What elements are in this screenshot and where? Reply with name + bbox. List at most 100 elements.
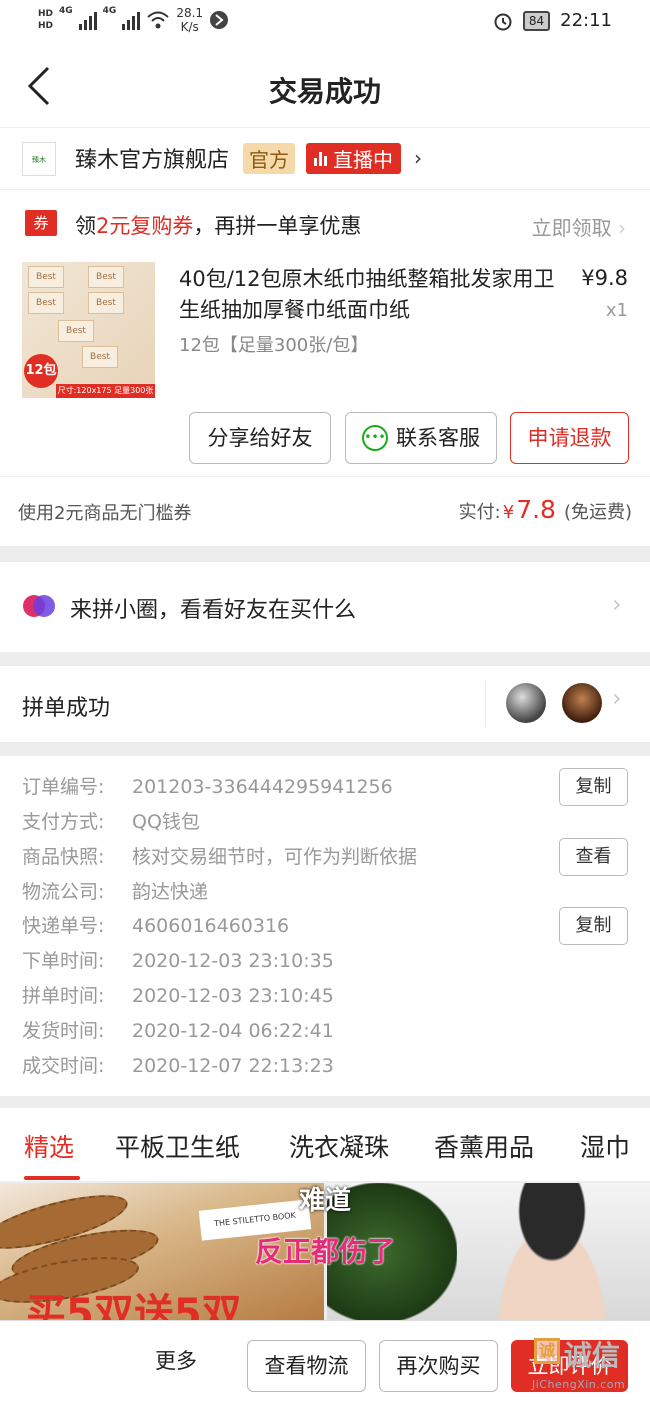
live-icon <box>314 151 327 166</box>
video-overlay-line1: 难道 <box>298 1186 351 1216</box>
detail-label: 成交时间: <box>22 1055 105 1077</box>
shop-name[interactable]: 臻木官方旗舰店 <box>75 142 229 174</box>
official-tag: 官方 <box>243 143 295 174</box>
active-tab-indicator <box>24 1176 80 1180</box>
coupon-text-suffix: ，再拼一单享优惠 <box>193 214 362 238</box>
watermark-text: 诚信 <box>564 1339 621 1372</box>
coupon-text: 领2元复购券，再拼一单享优惠 <box>75 210 361 240</box>
coupon-highlight: 2元复购券 <box>96 214 194 238</box>
network-speed: 28.1 K/s <box>176 6 203 34</box>
chevron-right-icon: › <box>414 146 422 170</box>
app-notification-icon <box>210 11 229 29</box>
avatar[interactable] <box>506 683 546 723</box>
tab-laundry-pods[interactable]: 洗衣凝珠 <box>289 1128 389 1164</box>
site-watermark: 诚 诚信 JiChengXin.com <box>528 1330 646 1404</box>
ship-time-row: 发货时间: 2020-12-04 06:22:41 <box>22 1016 334 1043</box>
pack-count-badge: 12包 <box>24 354 58 388</box>
contact-service-label: 联系客服 <box>396 426 480 450</box>
coupon-icon: 券 <box>25 210 57 236</box>
network-type-1: 4G <box>59 6 73 16</box>
video-overlay-line2: 反正都伤了 <box>254 1235 395 1268</box>
chevron-right-icon: › <box>618 216 626 240</box>
paid-total: 实付: ¥ 7.8 (免运费) <box>459 495 632 524</box>
shop-row[interactable]: 臻木 臻木官方旗舰店 官方 直播中 › <box>0 128 650 190</box>
courier-name: 韵达快递 <box>132 881 209 903</box>
snapshot-row: 商品快照: 核对交易细节时，可作为判断依据 <box>22 842 417 869</box>
deal-time-row: 成交时间: 2020-12-07 22:13:23 <box>22 1051 334 1078</box>
watermark-logo: 诚 <box>534 1338 560 1364</box>
product-title[interactable]: 40包/12包原木纸巾抽纸整箱批发家用卫生纸抽加厚餐巾纸面巾纸 <box>179 264 559 326</box>
product-image[interactable]: Best Best Best Best Best Best 12包 尺寸:120… <box>22 262 155 398</box>
tab-fragrance[interactable]: 香薰用品 <box>434 1128 534 1164</box>
deal-time: 2020-12-07 22:13:23 <box>132 1055 334 1077</box>
payment-method-row: 支付方式: QQ钱包 <box>22 807 200 834</box>
share-button[interactable]: 分享给好友 <box>189 412 331 464</box>
package-graphic: Best <box>58 320 94 342</box>
friend-circle-row[interactable]: 来拼小圈，看看好友在买什么 › <box>0 562 650 652</box>
view-snapshot-button[interactable]: 查看 <box>559 838 628 876</box>
order-details: 订单编号: 201203-336444295941256 复制 支付方式: QQ钱包… <box>0 756 650 1096</box>
order-number-row: 订单编号: 201203-336444295941256 <box>22 772 393 799</box>
avatar[interactable] <box>562 683 602 723</box>
payment-method: QQ钱包 <box>132 811 200 833</box>
copy-order-number-button[interactable]: 复制 <box>559 768 628 806</box>
coupon-used: 使用2元商品无门槛券 <box>18 503 192 524</box>
speed-value: 28.1 <box>176 6 204 20</box>
product-spec: 12包【足量300张/包】 <box>179 335 369 356</box>
detail-label: 快递单号: <box>22 915 105 937</box>
package-graphic: Best <box>28 266 64 288</box>
ship-time: 2020-12-04 06:22:41 <box>132 1020 334 1042</box>
buy-again-button[interactable]: 再次购买 <box>379 1340 498 1392</box>
alarm-icon <box>494 13 512 30</box>
detail-label: 下单时间: <box>22 950 105 972</box>
detail-label: 订单编号: <box>22 776 105 798</box>
clock: 22:11 <box>560 10 612 31</box>
tab-wet-wipes[interactable]: 湿巾 <box>580 1128 630 1164</box>
product-price: ¥9.8 <box>581 266 628 290</box>
watermark-url: JiChengXin.com <box>532 1378 626 1391</box>
live-tag[interactable]: 直播中 <box>306 143 401 174</box>
package-graphic: Best <box>88 266 124 288</box>
coupon-text-prefix: 领 <box>75 214 96 238</box>
detail-label: 支付方式: <box>22 811 105 833</box>
page-header: 交易成功 <box>0 44 650 128</box>
payment-row: 使用2元商品无门槛券 实付: ¥ 7.8 (免运费) <box>0 476 650 546</box>
package-graphic: Best <box>88 292 124 314</box>
friend-circle-icon <box>23 595 55 617</box>
package-graphic: Best <box>28 292 64 314</box>
chat-icon: ••• <box>362 425 388 451</box>
group-success-row[interactable]: 拼单成功 › <box>0 666 650 742</box>
status-bar: HD HD 4G 4G 28.1 K/s 84 22:11 <box>0 0 650 44</box>
tab-featured[interactable]: 精选 <box>24 1128 74 1164</box>
package-graphic: Best <box>82 346 118 368</box>
speed-unit: K/s <box>180 20 199 34</box>
more-button[interactable]: 更多 <box>155 1345 197 1375</box>
copy-tracking-button[interactable]: 复制 <box>559 907 628 945</box>
page-title: 交易成功 <box>268 75 381 108</box>
battery-indicator: 84 <box>522 10 551 31</box>
chevron-right-icon: › <box>612 684 622 712</box>
network-type-2: 4G <box>102 6 117 16</box>
claim-coupon-link[interactable]: 立即领取 › <box>532 212 626 241</box>
hd-indicator: HD HD <box>38 8 53 32</box>
order-card: 臻木 臻木官方旗舰店 官方 直播中 › 券 领2元复购券，再拼一单享优惠 立即领… <box>0 128 650 546</box>
shipping-note: (免运费) <box>563 502 632 523</box>
tracking-number: 4606016460316 <box>132 915 290 937</box>
contact-service-button[interactable]: ••• 联系客服 <box>345 412 497 464</box>
detail-label: 发货时间: <box>22 1020 105 1042</box>
group-success-text: 拼单成功 <box>22 696 111 721</box>
order-time-row: 下单时间: 2020-12-03 23:10:35 <box>22 946 334 973</box>
status-right: 84 22:11 <box>493 10 612 31</box>
refund-button[interactable]: 申请退款 <box>510 412 629 464</box>
currency-symbol: ¥ <box>502 502 515 523</box>
category-tabs: 精选 平板卫生纸 洗衣凝珠 香薰用品 湿巾 <box>0 1108 650 1182</box>
promo-text: 买5双送5双 <box>26 1291 242 1323</box>
coupon-row[interactable]: 券 领2元复购券，再拼一单享优惠 立即领取 › <box>0 190 650 256</box>
view-logistics-button[interactable]: 查看物流 <box>247 1340 366 1392</box>
group-time-row: 拼单时间: 2020-12-03 23:10:45 <box>22 981 334 1008</box>
divider <box>485 682 486 726</box>
status-left: HD HD 4G 4G 28.1 K/s <box>38 6 229 34</box>
hd-label-1: HD <box>38 9 54 19</box>
tracking-row: 快递单号: 4606016460316 <box>22 911 289 938</box>
tab-flat-tissue[interactable]: 平板卫生纸 <box>115 1128 240 1164</box>
